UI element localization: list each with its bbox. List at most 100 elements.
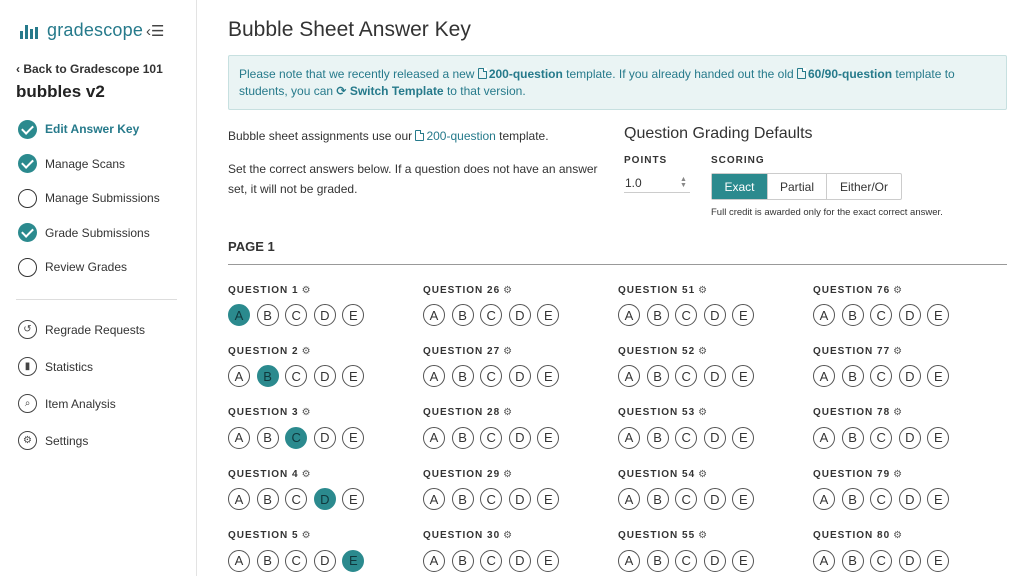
scoring-option[interactable]: Exact bbox=[712, 174, 768, 199]
answer-bubble[interactable]: E bbox=[537, 488, 560, 511]
answer-bubble[interactable]: B bbox=[841, 549, 864, 572]
sidebar-tool[interactable]: ↺ Regrade Requests bbox=[18, 311, 188, 348]
answer-bubble[interactable]: B bbox=[646, 365, 669, 388]
question-settings-icon[interactable]: ⚙ bbox=[698, 346, 708, 357]
answer-bubble[interactable]: D bbox=[898, 549, 921, 572]
sidebar-step[interactable]: Grade Submissions bbox=[18, 216, 188, 251]
answer-bubble[interactable]: D bbox=[508, 549, 531, 572]
answer-bubble[interactable]: A bbox=[813, 549, 835, 572]
answer-bubble[interactable]: B bbox=[451, 304, 474, 326]
answer-bubble[interactable]: D bbox=[703, 365, 726, 388]
answer-bubble[interactable]: C bbox=[870, 426, 893, 449]
answer-bubble[interactable]: D bbox=[898, 365, 921, 388]
answer-bubble[interactable]: B bbox=[256, 488, 279, 511]
answer-bubble[interactable]: C bbox=[870, 549, 893, 572]
answer-bubble[interactable]: C bbox=[480, 426, 503, 449]
answer-bubble[interactable]: B bbox=[841, 304, 864, 326]
answer-bubble[interactable]: C bbox=[480, 365, 503, 388]
answer-bubble[interactable]: E bbox=[732, 365, 755, 388]
answer-bubble[interactable]: D bbox=[898, 426, 921, 449]
question-settings-icon[interactable]: ⚙ bbox=[893, 346, 903, 357]
answer-bubble[interactable]: B bbox=[646, 549, 669, 572]
answer-bubble[interactable]: B bbox=[451, 426, 474, 449]
answer-bubble[interactable]: E bbox=[342, 488, 365, 511]
scoring-option[interactable]: Partial bbox=[768, 174, 827, 199]
question-settings-icon[interactable]: ⚙ bbox=[893, 285, 903, 296]
answer-bubble[interactable]: A bbox=[813, 488, 835, 511]
answer-bubble[interactable]: C bbox=[285, 365, 308, 388]
question-settings-icon[interactable]: ⚙ bbox=[698, 407, 708, 418]
answer-bubble[interactable]: B bbox=[256, 549, 279, 572]
answer-bubble[interactable]: E bbox=[342, 549, 365, 572]
answer-bubble[interactable]: D bbox=[313, 304, 336, 326]
answer-bubble[interactable]: E bbox=[732, 426, 755, 449]
question-settings-icon[interactable]: ⚙ bbox=[302, 469, 312, 480]
answer-bubble[interactable]: C bbox=[870, 304, 893, 326]
question-settings-icon[interactable]: ⚙ bbox=[503, 407, 513, 418]
answer-bubble[interactable]: B bbox=[646, 304, 669, 326]
answer-bubble[interactable]: A bbox=[618, 549, 640, 572]
question-settings-icon[interactable]: ⚙ bbox=[503, 285, 513, 296]
answer-bubble[interactable]: B bbox=[646, 426, 669, 449]
answer-bubble[interactable]: D bbox=[508, 365, 531, 388]
answer-bubble[interactable]: D bbox=[508, 426, 531, 449]
answer-bubble[interactable]: E bbox=[342, 426, 365, 449]
answer-bubble[interactable]: A bbox=[228, 549, 250, 572]
answer-bubble[interactable]: A bbox=[228, 304, 250, 326]
answer-bubble[interactable]: D bbox=[313, 365, 336, 388]
old-template-link[interactable]: 60/90-question bbox=[808, 67, 892, 81]
question-settings-icon[interactable]: ⚙ bbox=[893, 407, 903, 418]
question-settings-icon[interactable]: ⚙ bbox=[302, 346, 312, 357]
answer-bubble[interactable]: A bbox=[813, 426, 835, 449]
answer-bubble[interactable]: E bbox=[927, 304, 950, 326]
answer-bubble[interactable]: C bbox=[285, 426, 308, 449]
answer-bubble[interactable]: B bbox=[451, 488, 474, 511]
answer-bubble[interactable]: B bbox=[256, 365, 279, 388]
answer-bubble[interactable]: C bbox=[675, 549, 698, 572]
switch-template-link[interactable]: ⟳ Switch Template bbox=[336, 84, 443, 98]
collapse-sidebar-icon[interactable]: ‹☰ bbox=[146, 22, 164, 40]
answer-bubble[interactable]: D bbox=[313, 426, 336, 449]
answer-bubble[interactable]: A bbox=[423, 488, 445, 511]
answer-bubble[interactable]: D bbox=[703, 426, 726, 449]
sidebar-step[interactable]: Manage Scans bbox=[18, 147, 188, 182]
answer-bubble[interactable]: E bbox=[927, 488, 950, 511]
sidebar-tool[interactable]: ⚙ Settings bbox=[18, 422, 188, 459]
answer-bubble[interactable]: C bbox=[285, 304, 308, 326]
points-stepper-icon[interactable]: ▲ ▼ bbox=[680, 176, 687, 189]
answer-bubble[interactable]: E bbox=[537, 549, 560, 572]
sidebar-tool[interactable]: ⌕ Item Analysis bbox=[18, 385, 188, 422]
answer-bubble[interactable]: C bbox=[285, 488, 308, 511]
answer-bubble[interactable]: C bbox=[675, 488, 698, 511]
template-link[interactable]: 200-question bbox=[415, 129, 496, 143]
answer-bubble[interactable]: E bbox=[732, 549, 755, 572]
sidebar-step[interactable]: Manage Submissions bbox=[18, 181, 188, 216]
question-settings-icon[interactable]: ⚙ bbox=[503, 469, 513, 480]
sidebar-step[interactable]: Review Grades bbox=[18, 250, 188, 285]
question-settings-icon[interactable]: ⚙ bbox=[893, 530, 903, 541]
answer-bubble[interactable]: E bbox=[927, 426, 950, 449]
answer-bubble[interactable]: E bbox=[537, 365, 560, 388]
answer-bubble[interactable]: C bbox=[480, 488, 503, 511]
sidebar-step[interactable]: Edit Answer Key bbox=[18, 112, 188, 147]
answer-bubble[interactable]: E bbox=[537, 304, 560, 326]
answer-bubble[interactable]: D bbox=[313, 549, 336, 572]
answer-bubble[interactable]: A bbox=[618, 426, 640, 449]
question-settings-icon[interactable]: ⚙ bbox=[698, 530, 708, 541]
new-template-link[interactable]: 200-question bbox=[489, 67, 563, 81]
question-settings-icon[interactable]: ⚙ bbox=[302, 407, 312, 418]
answer-bubble[interactable]: B bbox=[256, 304, 279, 326]
answer-bubble[interactable]: C bbox=[480, 549, 503, 572]
question-settings-icon[interactable]: ⚙ bbox=[698, 285, 708, 296]
answer-bubble[interactable]: E bbox=[927, 549, 950, 572]
answer-bubble[interactable]: C bbox=[285, 549, 308, 572]
answer-bubble[interactable]: C bbox=[870, 365, 893, 388]
answer-bubble[interactable]: B bbox=[451, 549, 474, 572]
answer-bubble[interactable]: C bbox=[870, 488, 893, 511]
answer-bubble[interactable]: E bbox=[342, 304, 365, 326]
answer-bubble[interactable]: D bbox=[508, 304, 531, 326]
answer-bubble[interactable]: A bbox=[423, 549, 445, 572]
answer-bubble[interactable]: A bbox=[618, 488, 640, 511]
scoring-option[interactable]: Either/Or bbox=[827, 174, 901, 199]
answer-bubble[interactable]: E bbox=[927, 365, 950, 388]
